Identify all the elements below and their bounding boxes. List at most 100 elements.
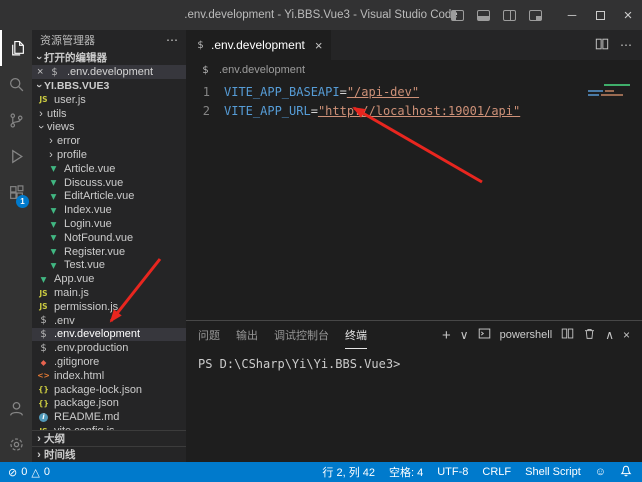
tree-item-discuss.vue[interactable]: ▼Discuss.vue [32, 176, 186, 190]
tree-item-article.vue[interactable]: ▼Article.vue [32, 162, 186, 176]
more-actions-icon[interactable]: ⋯ [166, 33, 178, 47]
gear-icon [8, 436, 25, 453]
warning-count: 0 [44, 466, 50, 478]
encoding-status[interactable]: UTF-8 [437, 466, 468, 478]
tree-item-views[interactable]: ›views [32, 121, 186, 135]
account-button[interactable] [0, 390, 32, 426]
tree-item-utils[interactable]: ›utils [32, 107, 186, 121]
outline-section-header[interactable]: › 大纲 [32, 430, 186, 446]
source-control-activity-button[interactable] [0, 102, 32, 138]
timeline-label: 时间线 [44, 447, 76, 462]
minimap[interactable] [588, 83, 630, 113]
terminal-shell-icon [478, 327, 491, 343]
panel-tab-3[interactable]: 终端 [345, 321, 367, 349]
tree-item-label: Register.vue [64, 246, 125, 258]
toggle-secondary-sidebar-icon[interactable] [503, 10, 516, 21]
maximize-button[interactable] [586, 0, 614, 30]
tree-item-label: .env.production [54, 342, 128, 354]
close-panel-icon[interactable]: × [623, 328, 630, 342]
tree-item-label: utils [47, 108, 67, 120]
split-terminal-icon[interactable] [561, 327, 574, 343]
shell-name[interactable]: powershell [500, 329, 553, 341]
tree-item-profile[interactable]: ›profile [32, 148, 186, 162]
kill-terminal-icon[interactable] [583, 327, 596, 343]
tab-env-development[interactable]: $ .env.development × [186, 30, 331, 60]
file-tree: JSuser.js›utils›views›error›profile▼Arti… [32, 93, 186, 430]
panel-tab-1[interactable]: 输出 [236, 321, 258, 349]
more-actions-icon[interactable]: ⋯ [620, 38, 632, 52]
line-number: 1 [186, 83, 210, 102]
tree-item-app.vue[interactable]: ▼App.vue [32, 272, 186, 286]
tree-item-main.js[interactable]: JSmain.js [32, 286, 186, 300]
tree-item-label: package.json [54, 397, 119, 409]
close-window-button[interactable]: × [614, 0, 642, 30]
feedback-smiley-icon[interactable]: ☺ [595, 466, 606, 478]
panel-tab-0[interactable]: 问题 [198, 321, 220, 349]
code-line-1[interactable]: 1VITE_APP_BASEAPI="/api-dev" [186, 83, 642, 102]
chevron-down-icon[interactable]: ∨ [460, 328, 469, 342]
notifications-bell-icon[interactable] [620, 465, 632, 480]
code-line-2[interactable]: 2VITE_APP_URL="http://localhost:19001/ap… [186, 102, 642, 121]
tree-item-label: permission.js [54, 301, 118, 313]
tree-item-.env.production[interactable]: $.env.production [32, 341, 186, 355]
close-icon[interactable]: × [37, 66, 46, 78]
timeline-section-header[interactable]: › 时间线 [32, 446, 186, 462]
new-terminal-icon[interactable]: + [442, 327, 451, 344]
tab-label: .env.development [211, 38, 305, 52]
env-variable-name: VITE_APP_BASEAPI [224, 83, 340, 102]
minimize-button[interactable]: ─ [558, 0, 586, 30]
tree-item-package-lock.json[interactable]: {}package-lock.json [32, 383, 186, 397]
project-folder-header[interactable]: › YI.BBS.VUE3 [32, 79, 186, 93]
split-editor-icon[interactable] [595, 37, 609, 54]
tree-item-label: README.md [54, 411, 119, 423]
search-activity-button[interactable] [0, 66, 32, 102]
assignment-operator: = [340, 83, 347, 102]
vue-file-icon: ▼ [48, 206, 59, 215]
cursor-position[interactable]: 行 2, 列 42 [322, 464, 375, 480]
tree-item-readme.md[interactable]: iREADME.md [32, 410, 186, 424]
terminal-content[interactable]: PS D:\CSharp\Yi\Yi.BBS.Vue3> [186, 349, 642, 462]
tree-item-user.js[interactable]: JSuser.js [32, 93, 186, 107]
tree-item-notfound.vue[interactable]: ▼NotFound.vue [32, 231, 186, 245]
tree-item-package.json[interactable]: {}package.json [32, 397, 186, 411]
sidebar-title: 资源管理器 [40, 32, 95, 48]
tree-item-test.vue[interactable]: ▼Test.vue [32, 259, 186, 273]
open-editor-item[interactable]: × $ .env.development [32, 65, 186, 79]
run-debug-activity-button[interactable] [0, 138, 32, 174]
code-editor[interactable]: 1VITE_APP_BASEAPI="/api-dev"2VITE_APP_UR… [186, 80, 642, 320]
tree-item-index.vue[interactable]: ▼Index.vue [32, 203, 186, 217]
tree-item-error[interactable]: ›error [32, 134, 186, 148]
files-icon [9, 40, 26, 57]
open-editors-header[interactable]: › 打开的编辑器 [32, 50, 186, 65]
settings-button[interactable] [0, 426, 32, 462]
breadcrumb[interactable]: $ .env.development [186, 60, 642, 80]
tree-item-permission.js[interactable]: JSpermission.js [32, 300, 186, 314]
toggle-panel-icon[interactable] [477, 10, 490, 21]
customize-layout-icon[interactable] [529, 10, 542, 21]
tree-item-register.vue[interactable]: ▼Register.vue [32, 245, 186, 259]
indentation-status[interactable]: 空格: 4 [389, 464, 423, 480]
editor-group: $ .env.development × ⋯ $ .env.developmen… [186, 30, 642, 462]
close-tab-icon[interactable]: × [315, 38, 323, 53]
tree-item-.gitignore[interactable]: ◆.gitignore [32, 355, 186, 369]
tree-item-login.vue[interactable]: ▼Login.vue [32, 217, 186, 231]
tree-item-index.html[interactable]: <>index.html [32, 369, 186, 383]
maximize-panel-icon[interactable]: ∧ [605, 328, 614, 342]
tree-item-editarticle.vue[interactable]: ▼EditArticle.vue [32, 190, 186, 204]
panel-tab-2[interactable]: 调试控制台 [274, 321, 329, 349]
tree-item-label: error [57, 135, 80, 147]
tree-item-.env.development[interactable]: $.env.development [32, 328, 186, 342]
tree-item-.env[interactable]: $.env [32, 314, 186, 328]
json-file-icon: {} [38, 385, 49, 394]
breadcrumb-file: .env.development [219, 64, 305, 76]
chevron-down-icon: › [35, 122, 47, 132]
extensions-activity-button[interactable]: 1 [0, 174, 32, 210]
toggle-sidebar-icon[interactable] [451, 10, 464, 21]
language-mode[interactable]: Shell Script [525, 466, 581, 478]
explorer-activity-button[interactable] [0, 30, 32, 66]
problems-status[interactable]: ⊘ 0 △ 0 [8, 466, 50, 479]
minimap-line [588, 94, 599, 96]
eol-status[interactable]: CRLF [482, 466, 511, 478]
tree-item-label: .gitignore [54, 356, 99, 368]
panel-tab-bar: 问题输出调试控制台终端 + ∨ powershell [186, 321, 642, 349]
